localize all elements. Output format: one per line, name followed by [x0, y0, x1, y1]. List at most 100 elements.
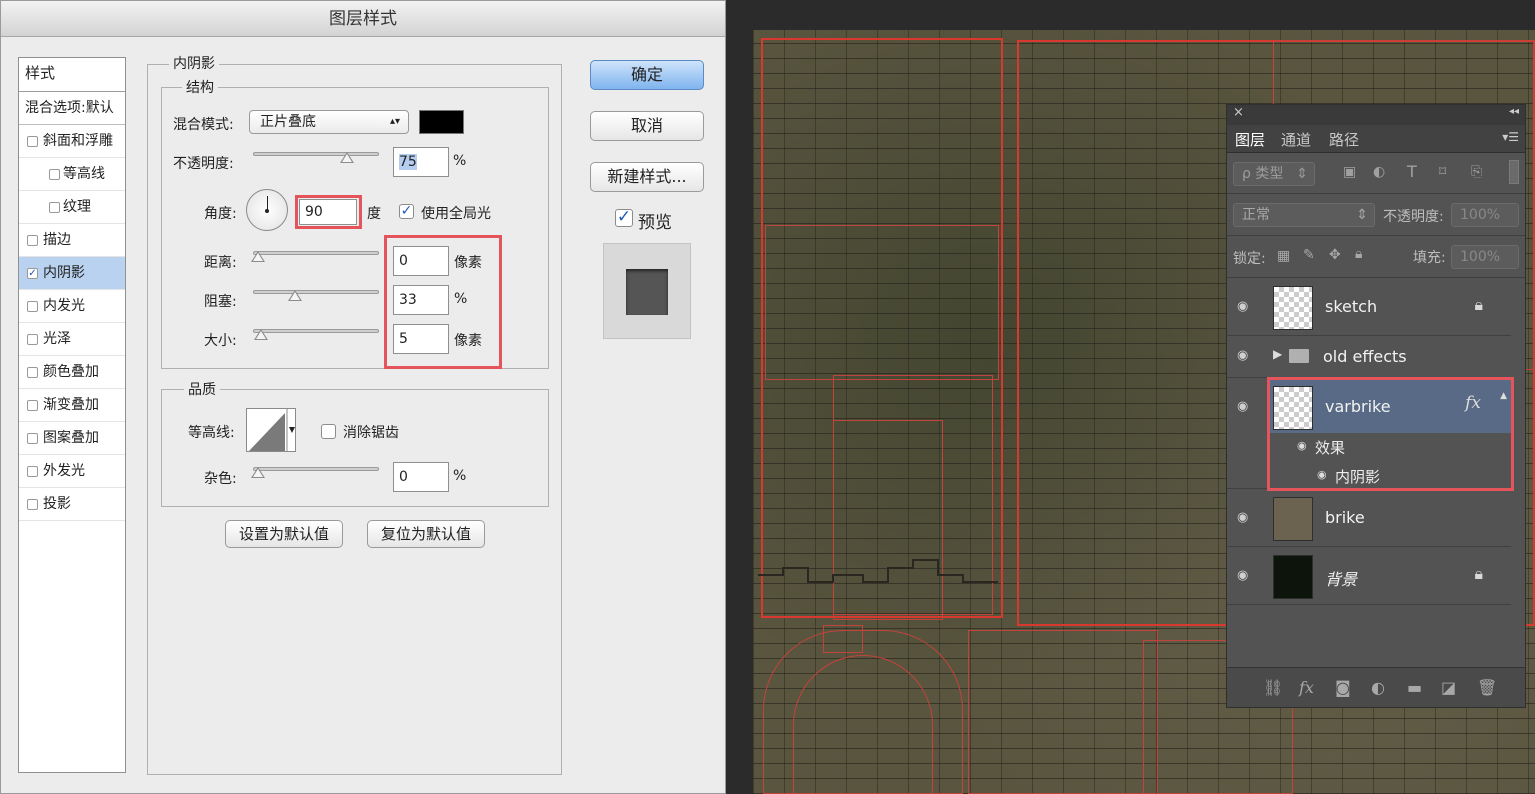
filter-toggle[interactable]	[1509, 160, 1519, 184]
style-item-color-overlay[interactable]: 颜色叠加	[19, 356, 125, 389]
lock-transparent-icon[interactable]: ▦	[1277, 248, 1290, 264]
fill-input[interactable]: 100%	[1451, 245, 1519, 269]
style-item-label: 渐变叠加	[43, 397, 99, 413]
lock-all-icon[interactable]: 🔒︎	[1355, 246, 1362, 262]
distance-slider[interactable]	[251, 251, 379, 262]
opacity-input[interactable]: 75	[393, 147, 449, 177]
adjustment-filter-icon[interactable]: ◐	[1373, 164, 1385, 180]
cancel-button[interactable]: 取消	[590, 111, 704, 141]
layer-row-sketch[interactable]: ◉ sketch 🔒︎	[1227, 279, 1511, 336]
style-item-texture[interactable]: 纹理	[19, 191, 125, 224]
checkbox[interactable]	[27, 334, 38, 345]
add-mask-icon[interactable]: ◙	[1335, 678, 1351, 697]
slider-knob[interactable]	[254, 329, 268, 340]
checkbox[interactable]	[49, 202, 60, 213]
dialog-title: 图层样式	[1, 1, 725, 37]
tab-paths[interactable]: 路径	[1329, 129, 1359, 150]
new-style-button[interactable]: 新建样式...	[590, 162, 704, 192]
antialias-checkbox[interactable]	[321, 424, 336, 439]
angle-label: 角度:	[204, 206, 237, 222]
noise-slider[interactable]	[251, 467, 379, 478]
close-icon[interactable]: ×	[1233, 105, 1244, 120]
style-item-contour[interactable]: 等高线	[19, 158, 125, 191]
style-item-stroke[interactable]: 描边	[19, 224, 125, 257]
lock-icon: 🔒︎	[1474, 295, 1483, 314]
checkbox-checked[interactable]: ✓	[27, 268, 38, 279]
size-label: 大小:	[204, 333, 237, 349]
lock-position-icon[interactable]: ✥	[1329, 247, 1341, 263]
add-fx-icon[interactable]: fx	[1299, 678, 1314, 697]
layer-row-brike[interactable]: ◉ brike	[1227, 490, 1511, 547]
reset-default-button[interactable]: 复位为默认值	[367, 520, 485, 548]
tab-channels[interactable]: 通道	[1281, 129, 1311, 150]
layer-blend-mode-select[interactable]: 正常 ⇕	[1233, 203, 1375, 227]
noise-input[interactable]: 0	[393, 462, 449, 492]
style-item-gradient-overlay[interactable]: 渐变叠加	[19, 389, 125, 422]
set-default-button[interactable]: 设置为默认值	[225, 520, 343, 548]
style-item-inner-glow[interactable]: 内发光	[19, 290, 125, 323]
smart-object-filter-icon[interactable]: ⎘	[1471, 164, 1482, 180]
ok-button[interactable]: 确定	[590, 60, 704, 90]
style-item-outer-glow[interactable]: 外发光	[19, 455, 125, 488]
size-slider[interactable]	[253, 329, 379, 340]
slider-knob[interactable]	[340, 152, 354, 163]
slider-knob[interactable]	[251, 251, 265, 262]
checkbox[interactable]	[27, 235, 38, 246]
slider-knob[interactable]	[251, 467, 265, 478]
visibility-eye-icon[interactable]: ◉	[1237, 348, 1248, 363]
new-adjustment-icon[interactable]: ◐	[1371, 678, 1385, 697]
blending-options-item[interactable]: 混合选项:默认	[19, 92, 125, 125]
layer-opacity-input[interactable]: 100%	[1451, 203, 1519, 227]
checkbox[interactable]	[27, 466, 38, 477]
checkbox[interactable]	[27, 367, 38, 378]
style-item-inner-shadow[interactable]: ✓ 内阴影	[19, 257, 125, 290]
visibility-eye-icon[interactable]: ◉	[1237, 568, 1248, 583]
new-group-icon[interactable]: ▬	[1407, 678, 1422, 697]
checkbox[interactable]	[27, 301, 38, 312]
select-arrows-icon: ⇕	[1356, 207, 1368, 223]
select-arrows-icon: ▴▾	[389, 116, 400, 127]
preview-checkbox[interactable]: ✓	[615, 209, 633, 227]
new-layer-icon[interactable]: ◪	[1441, 678, 1456, 697]
style-item-satin[interactable]: 光泽	[19, 323, 125, 356]
layer-row-old-effects[interactable]: ◉ ▶ old effects	[1227, 337, 1511, 378]
style-item-drop-shadow[interactable]: 投影	[19, 488, 125, 521]
image-filter-icon[interactable]: ▣	[1343, 164, 1356, 180]
collapse-icon[interactable]: ◂◂	[1509, 106, 1519, 117]
checkbox[interactable]	[27, 433, 38, 444]
link-layers-icon[interactable]: ⛓	[1263, 678, 1283, 697]
checkbox[interactable]	[27, 499, 38, 510]
style-item-bevel-emboss[interactable]: 斜面和浮雕	[19, 125, 125, 158]
type-filter-icon[interactable]: T	[1407, 162, 1417, 181]
global-light-label: 使用全局光	[421, 206, 491, 222]
slider-knob[interactable]	[287, 290, 302, 301]
layer-row-background[interactable]: ◉ 背景 🔒︎	[1227, 548, 1511, 605]
visibility-eye-icon[interactable]: ◉	[1237, 510, 1248, 525]
opacity-slider[interactable]	[253, 152, 379, 163]
checkbox[interactable]	[49, 169, 60, 180]
tab-layers[interactable]: 图层	[1235, 129, 1265, 150]
lock-pixels-icon[interactable]: ✎	[1303, 247, 1315, 263]
style-item-pattern-overlay[interactable]: 图案叠加	[19, 422, 125, 455]
visibility-eye-icon[interactable]: ◉	[1237, 399, 1248, 414]
panel-menu-icon[interactable]: ▾☰	[1502, 130, 1519, 144]
angle-dial[interactable]	[246, 189, 288, 231]
noise-value: 0	[399, 469, 408, 485]
filter-kind-select[interactable]: ρ 类型 ⇕	[1233, 162, 1315, 186]
global-light-checkbox[interactable]: ✓	[399, 204, 414, 219]
checkbox[interactable]	[27, 400, 38, 411]
contour-picker[interactable]	[246, 408, 296, 452]
filter-kind-value: ρ 类型	[1242, 166, 1284, 182]
delete-layer-icon[interactable]: 🗑︎	[1477, 678, 1497, 697]
visibility-eye-icon[interactable]: ◉	[1237, 299, 1248, 314]
shadow-color-swatch[interactable]	[419, 110, 464, 134]
blend-mode-select[interactable]: 正片叠底 ▴▾	[249, 110, 409, 134]
dial-center	[265, 209, 269, 213]
layer-blend-mode-value: 正常	[1242, 207, 1270, 223]
shape-filter-icon[interactable]: ⌑	[1439, 164, 1446, 180]
style-list-header[interactable]: 样式	[19, 58, 125, 92]
choke-slider[interactable]	[253, 290, 379, 301]
checkbox[interactable]	[27, 136, 38, 147]
group-expand-icon[interactable]: ▶	[1273, 347, 1282, 361]
preview-label: 预览	[638, 213, 672, 233]
